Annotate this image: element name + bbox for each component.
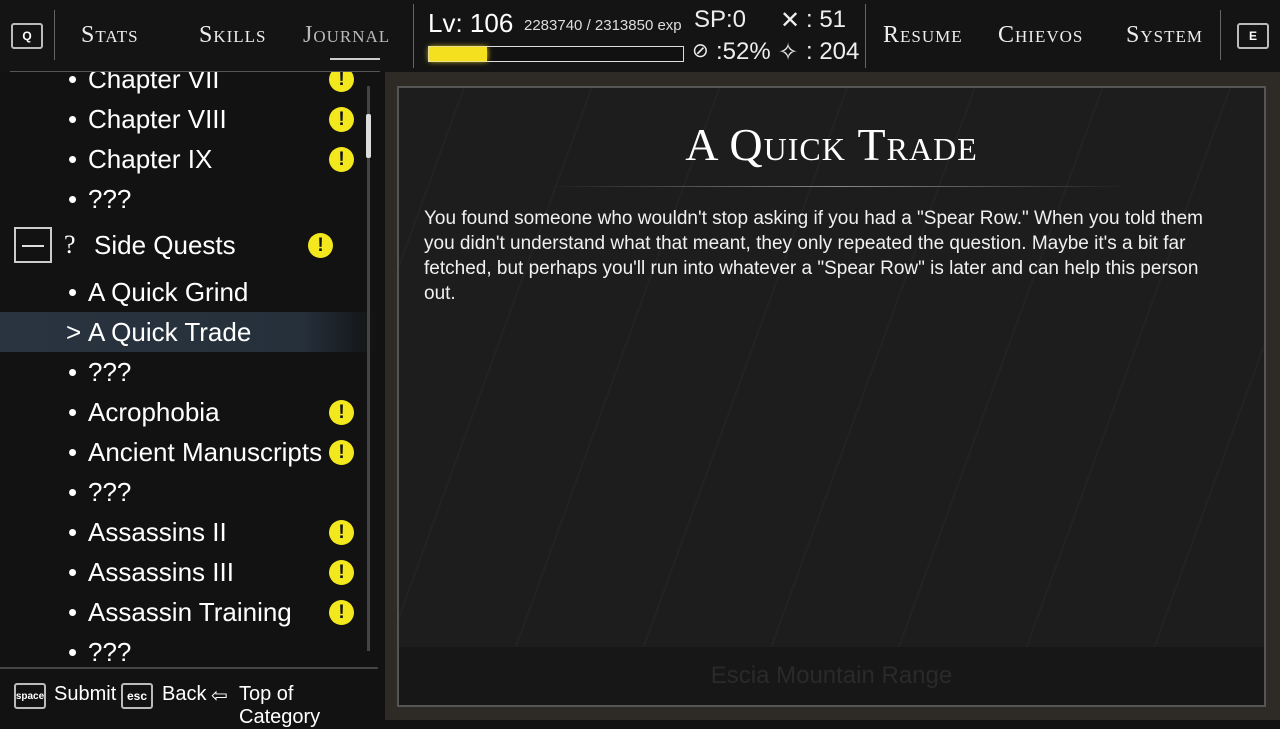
crossed-swords-value: : 51 [806, 6, 847, 33]
list-item-label: Chapter IX [88, 144, 213, 174]
scrollbar[interactable] [367, 86, 370, 651]
quest-title: A Quick Trade [685, 119, 978, 170]
list-item[interactable]: • Assassin Training! [0, 592, 378, 632]
list-item-label: Assassins III [88, 557, 234, 587]
list-item[interactable]: • Assassins II! [0, 512, 378, 552]
tab-system[interactable]: System [1126, 22, 1203, 49]
location-label: Escia Mountain Range [399, 647, 1264, 705]
submit-hint[interactable]: Submit [54, 683, 116, 706]
bullet: • [68, 397, 78, 427]
space-key-icon: space [14, 683, 46, 709]
bullet: • [68, 72, 78, 94]
list-item[interactable]: • Acrophobia! [0, 392, 378, 432]
collapse-icon[interactable] [14, 227, 52, 263]
new-entry-badge-icon: ! [329, 72, 354, 92]
list-item-label: Assassin Training [88, 597, 292, 627]
new-entry-badge-icon: ! [329, 600, 354, 625]
level-label: Lv: 106 [428, 8, 514, 38]
sp-label: SP:0 [694, 6, 747, 33]
selected-marker: > [66, 317, 82, 347]
active-tab-indicator [330, 58, 380, 60]
journal-list: • Chapter VII! • Chapter VIII! • Chapter IX! •… [0, 72, 378, 667]
feather-value: :52% [716, 38, 771, 65]
e-key-button[interactable]: E [1237, 23, 1269, 49]
question-icon: ? [64, 230, 76, 259]
new-entry-badge-icon: ! [308, 233, 333, 258]
bullet: • [68, 597, 78, 627]
new-entry-badge-icon: ! [329, 560, 354, 585]
figure-value: : 204 [806, 38, 860, 65]
list-item[interactable]: •??? [0, 472, 378, 512]
list-item-label: ??? [88, 477, 132, 507]
list-item[interactable]: • Assassins III! [0, 552, 378, 592]
quest-detail-panel: A Quick Trade You found someone who woul… [385, 72, 1280, 720]
list-item[interactable]: • Chapter VIII! [0, 99, 378, 139]
bullet: • [68, 637, 78, 667]
scrollbar-thumb[interactable] [366, 114, 371, 158]
arrow-left-icon: ⇦ [211, 685, 228, 707]
bullet: • [68, 437, 78, 467]
tab-skills[interactable]: Skills [199, 22, 267, 49]
list-item[interactable]: • Chapter IX! [0, 139, 378, 179]
new-entry-badge-icon: ! [329, 400, 354, 425]
crossed-swords-icon: ✕ [780, 7, 801, 34]
feather-icon: ⊘ [692, 40, 709, 62]
list-item-label: Side Quests [94, 230, 236, 260]
list-item[interactable]: •??? [0, 632, 378, 667]
bullet: • [68, 357, 78, 387]
tab-journal[interactable]: Journal [303, 22, 390, 49]
exp-bar [428, 46, 684, 62]
tab-chievos[interactable]: Chievos [998, 22, 1083, 49]
q-key-button[interactable]: Q [11, 23, 43, 49]
top-of-category-hint[interactable]: Top of Category [239, 683, 378, 729]
list-item-label: A Quick Grind [88, 277, 249, 307]
list-item[interactable]: • Chapter VII! [0, 72, 378, 99]
bullet: • [68, 184, 78, 214]
list-item-label: Acrophobia [88, 397, 220, 427]
new-entry-badge-icon: ! [329, 147, 354, 172]
list-item-label: Chapter VIII [88, 104, 227, 134]
top-bar: Q Stats Skills Journal Lv: 106 2283740 /… [0, 0, 1280, 72]
list-item-label: A Quick Trade [88, 317, 252, 347]
bullet: • [68, 144, 78, 174]
list-item[interactable]: •??? [0, 352, 378, 392]
esc-key-icon: esc [121, 683, 153, 709]
new-entry-badge-icon: ! [329, 520, 354, 545]
list-item[interactable]: •??? [0, 179, 378, 219]
new-entry-badge-icon: ! [329, 107, 354, 132]
bullet: • [68, 517, 78, 547]
list-item-label: Chapter VII [88, 72, 220, 94]
list-item-label: Assassins II [88, 517, 227, 547]
back-hint[interactable]: Back [162, 683, 206, 706]
new-entry-badge-icon: ! [329, 440, 354, 465]
bullet: • [68, 477, 78, 507]
controls-footer: space Submit esc Back ⇦ Top of Category [0, 667, 378, 728]
figure-icon: ✧ [778, 39, 799, 66]
list-item-label: ??? [88, 184, 132, 214]
exp-label: 2283740 / 2313850 exp [524, 17, 682, 34]
exp-bar-fill [429, 47, 487, 61]
bullet: • [68, 277, 78, 307]
quest-detail-box: A Quick Trade You found someone who woul… [397, 86, 1266, 707]
title-divider [549, 186, 1129, 187]
bullet: • [68, 104, 78, 134]
bullet: • [68, 557, 78, 587]
list-item[interactable]: > A Quick Trade [0, 312, 378, 352]
list-item-label: ??? [88, 637, 132, 667]
tab-stats[interactable]: Stats [81, 22, 139, 49]
list-item[interactable]: • A Quick Grind [0, 272, 378, 312]
list-item-label: Ancient Manuscripts [88, 437, 323, 467]
quest-description: You found someone who wouldn't stop aski… [424, 208, 1204, 304]
tab-resume[interactable]: Resume [883, 22, 963, 49]
category-side-quests[interactable]: ? Side Quests! [8, 225, 378, 265]
list-item-label: ??? [88, 357, 132, 387]
list-item[interactable]: • Ancient Manuscripts! [0, 432, 378, 472]
